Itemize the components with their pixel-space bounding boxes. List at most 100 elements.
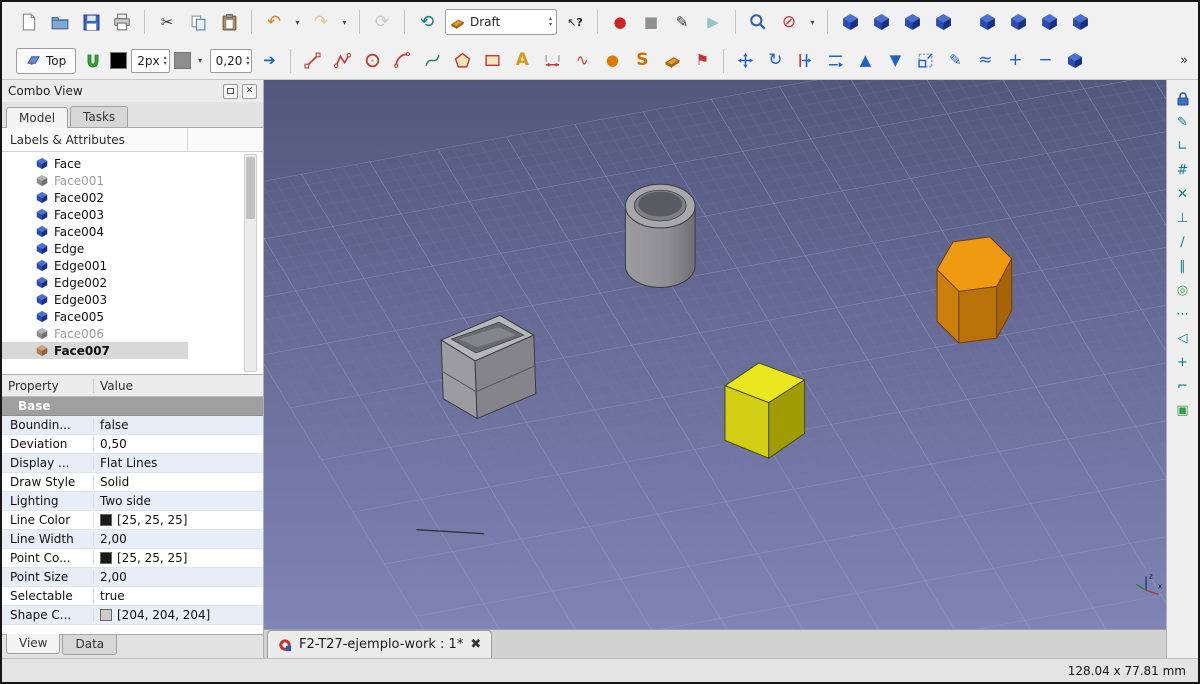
cut-icon[interactable]: ✂ (154, 9, 180, 35)
spin-arrows-icon[interactable]: ▴▾ (246, 55, 249, 67)
panel-float-icon[interactable] (223, 84, 238, 99)
tree-scrollbar-thumb[interactable] (246, 157, 255, 219)
hexagonal-prism-object[interactable] (937, 237, 1012, 343)
tree-item[interactable]: Face003 (2, 206, 263, 223)
macro-record-icon[interactable]: ● (607, 9, 633, 35)
draft-line-icon[interactable] (299, 48, 325, 74)
property-row[interactable]: Boundin...false (2, 416, 263, 435)
cylinder-object[interactable] (625, 184, 695, 287)
document-tab-close-icon[interactable]: ✖ (470, 637, 481, 652)
tree-item[interactable]: Edge001 (2, 257, 263, 274)
sync-view-icon[interactable]: ⟲ (414, 9, 440, 35)
draft-rectangle-icon[interactable] (479, 48, 505, 74)
draft-circle-icon[interactable] (359, 48, 385, 74)
3d-viewport-canvas[interactable]: z x (264, 80, 1166, 629)
draft-text-icon[interactable]: A (509, 48, 535, 74)
copy-icon[interactable] (185, 9, 211, 35)
view-top-icon[interactable] (899, 9, 925, 35)
tree-item[interactable]: Face006 (2, 325, 263, 342)
draft-add-point-icon[interactable]: + (1002, 48, 1028, 74)
draft-offset-icon[interactable] (792, 48, 818, 74)
macro-stop-icon[interactable]: ■ (638, 9, 664, 35)
zoom-box-icon[interactable] (745, 9, 771, 35)
draft-upgrade-icon[interactable]: ▲ (852, 48, 878, 74)
apply-style-icon[interactable]: ➔ (256, 48, 282, 74)
property-row[interactable]: Point Co...[25, 25, 25] (2, 549, 263, 568)
toolbar-overflow-icon[interactable]: » (1176, 53, 1192, 68)
snap-perpendicular-icon[interactable]: ⊥ (1172, 208, 1194, 229)
snap-intersection-icon[interactable]: ✕ (1172, 184, 1194, 205)
snap-special-icon[interactable]: ⋯ (1172, 304, 1194, 325)
workbench-selector[interactable]: Draft ▴▾ (445, 9, 557, 35)
draft-arc-icon[interactable] (389, 48, 415, 74)
snap-parallel-icon[interactable]: ∥ (1172, 256, 1194, 277)
snap-near-icon[interactable]: ◁ (1172, 328, 1194, 349)
snap-lock-icon[interactable] (1172, 88, 1194, 109)
tree-item[interactable]: Face (2, 155, 263, 172)
property-row[interactable]: Selectabletrue (2, 587, 263, 606)
snap-dimensions-icon[interactable]: ⌐ (1172, 376, 1194, 397)
draft-wire-to-bspline-icon[interactable]: ≈ (972, 48, 998, 74)
property-row-clipped[interactable] (2, 625, 263, 634)
draft-bspline-icon[interactable] (419, 48, 445, 74)
draw-style-icon[interactable]: ⊘ (776, 9, 802, 35)
draft-facebinder-icon[interactable] (659, 48, 685, 74)
tab-data[interactable]: Data (62, 635, 117, 655)
draw-style-caret-icon[interactable]: ▾ (807, 9, 818, 35)
tree-item[interactable]: Face001 (2, 172, 263, 189)
property-row[interactable]: Shape C...[204, 204, 204] (2, 606, 263, 625)
scale-spinbox[interactable]: 0,20 ▴▾ (210, 49, 253, 73)
open-document-icon[interactable] (47, 9, 73, 35)
draft-edit-icon[interactable]: ✎ (942, 48, 968, 74)
view-front-icon[interactable] (868, 9, 894, 35)
draft-dimension-icon[interactable] (539, 48, 565, 74)
line-width-spinbox[interactable]: 2px ▴▾ (131, 49, 169, 73)
property-row[interactable]: Point Size2,00 (2, 568, 263, 587)
draft-shape-2d-view-icon[interactable] (1062, 48, 1088, 74)
undo-icon[interactable]: ↶ (261, 9, 287, 35)
draft-move-icon[interactable] (732, 48, 758, 74)
whatsthis-icon[interactable]: ↖? (562, 9, 588, 35)
document-tab[interactable]: F2-T27-ejemplo-work : 1* ✖ (267, 630, 492, 658)
view-rear-icon[interactable] (974, 9, 1000, 35)
tree-item[interactable]: Face002 (2, 189, 263, 206)
draft-scale-icon[interactable] (912, 48, 938, 74)
new-document-icon[interactable] (16, 9, 42, 35)
property-row[interactable]: Display ...Flat Lines (2, 454, 263, 473)
draft-downgrade-icon[interactable]: ▼ (882, 48, 908, 74)
refresh-icon[interactable]: ⟳ (369, 9, 395, 35)
view-right-icon[interactable] (930, 9, 956, 35)
redo-history-caret-icon[interactable]: ▾ (339, 9, 350, 35)
tree-item-selected[interactable]: Face007 (2, 342, 188, 359)
paste-icon[interactable] (216, 9, 242, 35)
line-color-swatch[interactable] (110, 52, 127, 69)
draft-label-icon[interactable]: ⚑ (689, 48, 715, 74)
property-row[interactable]: Draw StyleSolid (2, 473, 263, 492)
draft-rotate-icon[interactable]: ↻ (762, 48, 788, 74)
view-isometric-icon[interactable] (837, 9, 863, 35)
tree-item[interactable]: Edge003 (2, 291, 263, 308)
property-row[interactable]: LightingTwo side (2, 492, 263, 511)
tree-scrollbar[interactable] (244, 154, 257, 372)
macro-play-icon[interactable]: ▶ (700, 9, 726, 35)
3d-viewport[interactable]: z x (264, 80, 1166, 629)
view-left-icon[interactable] (1036, 9, 1062, 35)
snap-extension-icon[interactable]: ∕ (1172, 232, 1194, 253)
view-axonometric-icon[interactable] (1067, 9, 1093, 35)
draft-delete-point-icon[interactable]: − (1032, 48, 1058, 74)
draft-shapestring-icon[interactable]: S (629, 48, 655, 74)
snap-ortho-icon[interactable]: + (1172, 352, 1194, 373)
tree-item[interactable]: Edge002 (2, 274, 263, 291)
tree-item[interactable]: Face005 (2, 308, 263, 325)
draft-trimex-icon[interactable] (822, 48, 848, 74)
tab-tasks[interactable]: Tasks (70, 106, 128, 127)
snap-workingplane-icon[interactable]: ▣ (1172, 400, 1194, 421)
tab-view[interactable]: View (6, 634, 60, 654)
redo-icon[interactable]: ↷ (308, 9, 334, 35)
tree-item[interactable]: Face004 (2, 223, 263, 240)
property-group-base[interactable]: Base (2, 397, 263, 416)
draft-bezier-icon[interactable]: ∿ (569, 48, 595, 74)
property-row[interactable]: Line Color[25, 25, 25] (2, 511, 263, 530)
draft-polygon-icon[interactable] (449, 48, 475, 74)
shape-color-caret-icon[interactable]: ▾ (195, 48, 206, 74)
